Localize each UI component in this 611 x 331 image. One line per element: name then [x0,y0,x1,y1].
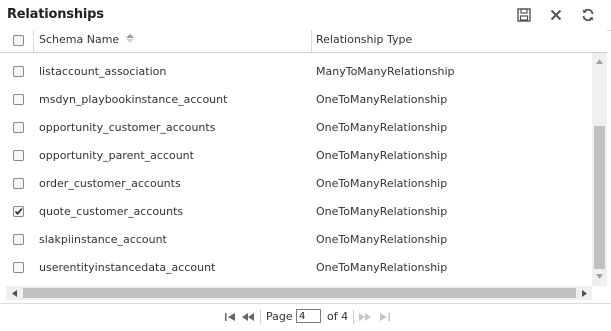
table-row[interactable]: quote_customer_accounts OneToManyRelatio… [0,198,592,226]
select-all-checkbox[interactable] [13,35,24,46]
table-row[interactable]: opportunity_parent_account OneToManyRela… [0,142,592,170]
relationship-type-cell: OneToManyRelationship [316,233,448,246]
row-checkbox[interactable] [13,206,24,217]
row-checkbox[interactable] [13,150,24,161]
schema-name-cell: opportunity_customer_accounts [39,121,216,134]
close-icon[interactable] [547,6,565,24]
refresh-icon[interactable] [579,6,597,24]
panel-header: Relationships [0,0,611,31]
schema-name-cell: userentityinstancedata_account [39,261,216,274]
column-divider [33,30,34,52]
relationship-type-cell: OneToManyRelationship [316,261,448,274]
table-row[interactable]: order_customer_accounts OneToManyRelatio… [0,170,592,198]
pager-divider [353,310,354,324]
column-header-schema-name[interactable]: Schema Name [39,33,134,46]
schema-name-cell: quote_customer_accounts [39,205,184,218]
column-header-schema-name-label: Schema Name [39,33,120,46]
row-checkbox[interactable] [13,94,24,105]
row-checkbox[interactable] [13,178,24,189]
relationship-type-cell: OneToManyRelationship [316,205,448,218]
scroll-left-arrow-icon[interactable] [7,286,21,300]
page-label: Page [266,310,293,323]
schema-name-cell: slakpiinstance_account [39,233,167,246]
relationships-grid: listaccount_association ManyToManyRelati… [0,53,592,285]
row-checkbox[interactable] [13,234,24,245]
relationship-type-cell: OneToManyRelationship [316,149,448,162]
previous-page-icon[interactable] [242,312,254,322]
table-row[interactable]: msdyn_playbookinstance_account OneToMany… [0,86,592,114]
save-icon[interactable] [515,6,533,24]
horizontal-scrollbar[interactable] [6,286,592,300]
last-page-icon[interactable] [378,312,390,322]
relationship-type-cell: OneToManyRelationship [316,177,448,190]
scroll-right-arrow-icon[interactable] [577,286,591,300]
table-row[interactable]: slakpiinstance_account OneToManyRelation… [0,226,592,254]
column-header-relationship-type[interactable]: Relationship Type [316,33,412,46]
relationship-type-cell: OneToManyRelationship [316,121,448,134]
row-checkbox[interactable] [13,262,24,273]
schema-name-cell: listaccount_association [39,65,167,78]
panel-title: Relationships [7,7,104,22]
scroll-down-arrow-icon[interactable] [592,269,607,284]
page-count-label: of 4 [327,310,349,323]
row-checkbox[interactable] [13,122,24,133]
schema-name-cell: opportunity_parent_account [39,149,194,162]
schema-name-cell: msdyn_playbookinstance_account [39,93,228,106]
relationship-type-cell: OneToManyRelationship [316,93,448,106]
horizontal-scroll-thumb[interactable] [23,288,576,298]
column-header-row: Schema Name Relationship Type [0,30,607,53]
scroll-up-arrow-icon[interactable] [592,54,607,69]
table-row[interactable]: opportunity_customer_accounts OneToManyR… [0,114,592,142]
sort-ascending-icon [125,34,134,43]
pager: Page of 4 [0,303,611,330]
next-page-icon[interactable] [359,312,371,322]
column-divider [311,30,312,52]
relationship-type-cell: ManyToManyRelationship [316,65,455,78]
page-number-input[interactable] [296,309,321,323]
vertical-scrollbar[interactable] [592,53,607,286]
pager-divider [260,310,261,324]
schema-name-cell: order_customer_accounts [39,177,181,190]
table-row[interactable]: listaccount_association ManyToManyRelati… [0,58,592,86]
checkmark-icon [14,208,23,216]
vertical-scroll-thumb[interactable] [594,126,605,269]
table-row[interactable]: userentityinstancedata_account OneToMany… [0,254,592,282]
first-page-icon[interactable] [224,312,236,322]
row-checkbox[interactable] [13,66,24,77]
